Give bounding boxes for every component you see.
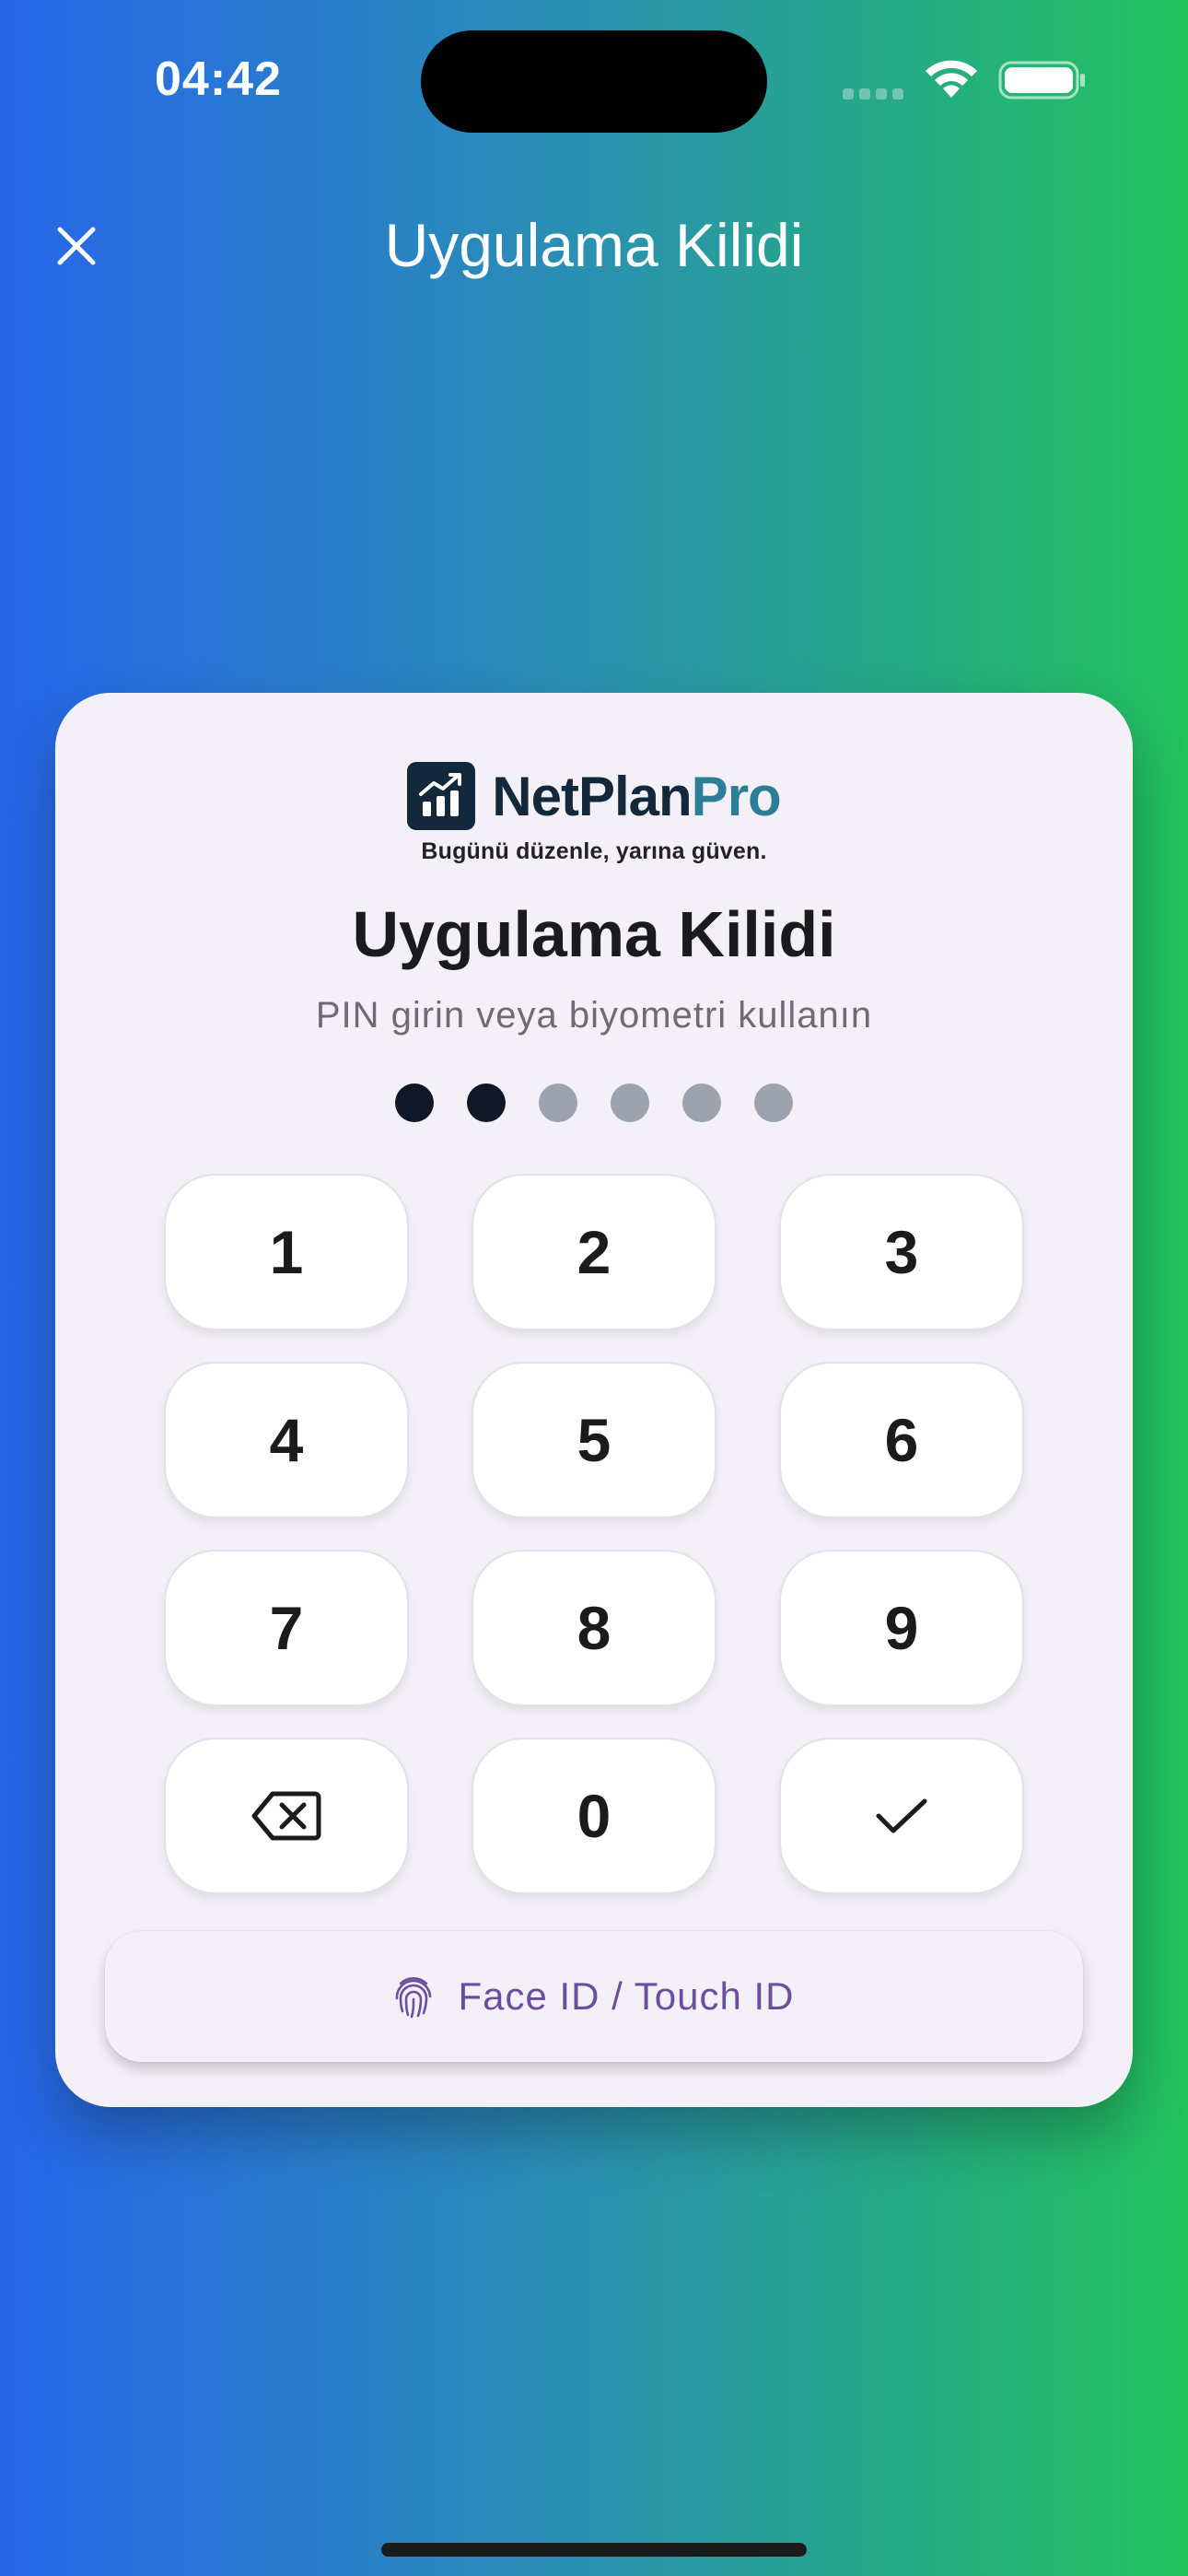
biometric-label: Face ID / Touch ID xyxy=(458,1974,795,2018)
key-9[interactable]: 9 xyxy=(779,1550,1024,1706)
key-3[interactable]: 3 xyxy=(779,1174,1024,1330)
key-1[interactable]: 1 xyxy=(164,1174,409,1330)
home-indicator[interactable] xyxy=(381,2543,807,2557)
pin-dot-filled xyxy=(467,1083,506,1122)
lock-card: NetPlanPro Bugünü düzenle, yarına güven.… xyxy=(55,693,1133,2107)
lock-title: Uygulama Kilidi xyxy=(352,898,836,970)
check-icon xyxy=(876,1798,927,1833)
key-4[interactable]: 4 xyxy=(164,1362,409,1518)
key-0[interactable]: 0 xyxy=(472,1738,716,1894)
battery-icon xyxy=(998,61,1085,100)
pin-dot-empty xyxy=(611,1083,649,1122)
backspace-button[interactable] xyxy=(164,1738,409,1894)
pin-dot-empty xyxy=(754,1083,793,1122)
brand-name-part2: Pro xyxy=(691,765,782,827)
lock-subtitle: PIN girin veya biyometri kullanın xyxy=(315,995,873,1036)
pin-dot-filled xyxy=(395,1083,434,1122)
brand-name: NetPlanPro xyxy=(492,765,782,828)
key-2[interactable]: 2 xyxy=(472,1174,716,1330)
status-bar: 04:42 xyxy=(0,0,1188,166)
header-title: Uygulama Kilidi xyxy=(384,211,804,279)
backspace-icon xyxy=(251,1791,321,1841)
brand-tagline: Bugünü düzenle, yarına güven. xyxy=(421,838,767,864)
status-time: 04:42 xyxy=(155,53,282,106)
header: Uygulama Kilidi xyxy=(0,193,1188,295)
confirm-button[interactable] xyxy=(779,1738,1024,1894)
cellular-signal-icon xyxy=(843,87,905,100)
brand-logo: NetPlanPro xyxy=(55,759,1133,833)
key-8[interactable]: 8 xyxy=(472,1550,716,1706)
key-7[interactable]: 7 xyxy=(164,1550,409,1706)
key-5[interactable]: 5 xyxy=(472,1362,716,1518)
keypad: 1 2 3 4 5 6 7 8 9 0 xyxy=(164,1174,1024,1894)
key-6[interactable]: 6 xyxy=(779,1362,1024,1518)
brand-name-part1: NetPlan xyxy=(492,765,692,827)
dynamic-island xyxy=(421,30,767,133)
pin-dot-empty xyxy=(682,1083,721,1122)
wifi-icon xyxy=(926,60,977,98)
pin-indicator xyxy=(55,1083,1133,1122)
chart-growth-icon xyxy=(407,762,476,830)
pin-dot-empty xyxy=(539,1083,577,1122)
biometric-button[interactable]: Face ID / Touch ID xyxy=(105,1931,1083,2062)
fingerprint-icon xyxy=(396,1977,432,2019)
